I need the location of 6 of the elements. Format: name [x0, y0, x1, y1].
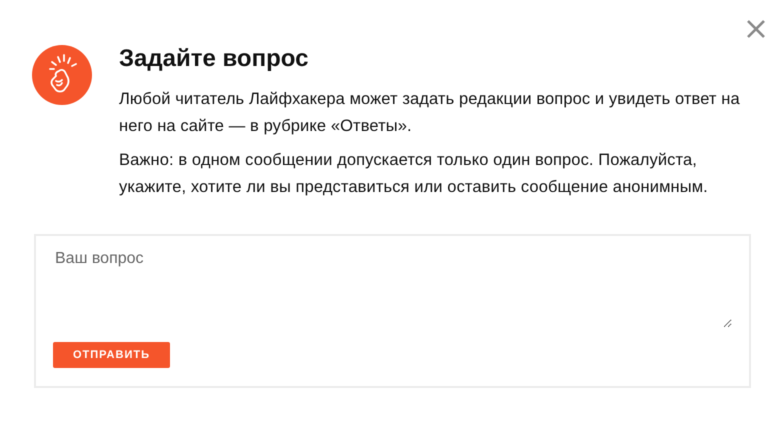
submit-button[interactable]: ОТПРАВИТЬ: [53, 342, 170, 368]
dialog-title: Задайте вопрос: [119, 44, 310, 74]
description-text: Любой читатель Лайфхакера может задать редакции вопрос и увидеть ответ на него на сайте — в рубрике «Ответы».: [119, 89, 741, 137]
close-icon[interactable]: [746, 19, 766, 39]
question-field[interactable]: Ваш вопрос ОТПРАВИТЬ: [34, 234, 751, 388]
description-text: Важно: в одном сообщении допускается только один вопрос. Пожалуйста, укажите, хотите ли вы представиться или оставить сообщение анонимным.: [119, 150, 709, 198]
